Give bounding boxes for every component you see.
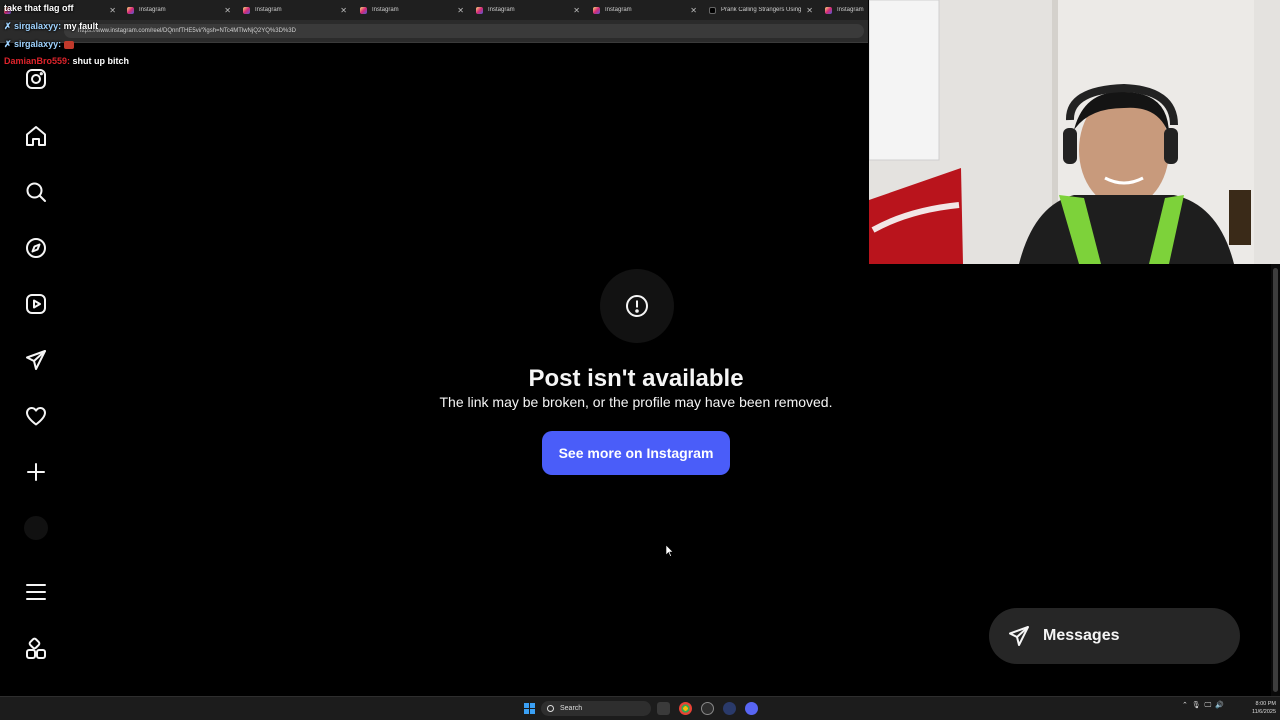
profile-avatar[interactable] [24, 516, 48, 540]
scrollbar-thumb[interactable] [1273, 268, 1278, 692]
browser-toolbar: https://www.instagram.com/reel/DQnnfTHE5… [0, 20, 868, 43]
chrome-icon[interactable] [679, 702, 692, 715]
close-tab-icon[interactable]: ✕ [806, 6, 813, 15]
scrollbar[interactable] [1271, 264, 1280, 696]
close-tab-icon[interactable]: ✕ [224, 6, 231, 15]
search-icon [547, 705, 554, 712]
tiktok-favicon-icon [709, 6, 716, 14]
browser-tab-strip: ✕ Instagram ✕ Instagram ✕ Instagram ✕ Insta… [0, 0, 868, 20]
address-bar[interactable]: https://www.instagram.com/reel/DQnnfTHE5… [64, 24, 864, 38]
instagram-sidebar [0, 42, 72, 694]
task-view-icon[interactable] [657, 702, 670, 715]
instagram-favicon-icon [243, 6, 250, 14]
explore-icon[interactable] [22, 234, 50, 262]
direct-message-icon [1009, 626, 1029, 646]
create-icon[interactable] [22, 458, 50, 486]
obs-icon[interactable] [701, 702, 714, 715]
instagram-favicon-icon [360, 6, 367, 14]
close-tab-icon[interactable]: ✕ [690, 6, 697, 15]
browser-tab[interactable]: Instagram ✕ [127, 2, 231, 18]
taskbar-clock[interactable]: 8:00 PM 11/6/2025 [1240, 700, 1276, 716]
error-circle [600, 269, 674, 343]
messages-label: Messages [1043, 627, 1120, 644]
messages-icon[interactable] [22, 346, 50, 374]
chat-username: ✗ sirgalaxyy: [4, 21, 62, 31]
app-icon[interactable] [723, 702, 736, 715]
error-description: The link may be broken, or the profile m… [439, 394, 833, 410]
windows-start-icon[interactable] [524, 703, 535, 714]
search-icon[interactable] [22, 178, 50, 206]
page-title: Post isn't available [528, 365, 744, 392]
windows-taskbar: Search ⌃ 🎙 🖵 🔊 8:00 PM 11/6/2025 [0, 696, 1280, 720]
notifications-icon[interactable] [22, 402, 50, 430]
menu-icon[interactable] [22, 578, 50, 606]
system-tray[interactable]: ⌃ 🎙 🖵 🔊 [1182, 701, 1224, 710]
browser-tab[interactable]: Instagram ✕ [243, 2, 347, 18]
see-more-button[interactable]: See more on Instagram [542, 431, 730, 475]
instagram-logo-icon[interactable] [22, 65, 50, 93]
mouse-cursor-icon [666, 545, 674, 557]
instagram-favicon-icon [593, 6, 600, 14]
exclamation-icon [626, 295, 648, 317]
browser-tab[interactable]: Instagram ✕ [360, 2, 464, 18]
reels-icon[interactable] [22, 290, 50, 318]
taskbar-search[interactable]: Search [541, 701, 651, 716]
close-tab-icon[interactable]: ✕ [109, 6, 116, 15]
messages-button[interactable]: Messages [989, 608, 1240, 664]
more-apps-icon[interactable] [22, 635, 50, 663]
discord-icon[interactable] [745, 702, 758, 715]
webcam-overlay [869, 0, 1280, 264]
instagram-favicon-icon [476, 6, 483, 14]
chat-message: ✗ sirgalaxyy: my fault [4, 21, 99, 31]
browser-tab[interactable]: Prank Calling Strangers Using ✕ [709, 2, 813, 18]
close-tab-icon[interactable]: ✕ [340, 6, 347, 15]
close-tab-icon[interactable]: ✕ [457, 6, 464, 15]
home-icon[interactable] [22, 122, 50, 150]
instagram-favicon-icon [127, 6, 134, 14]
close-tab-icon[interactable]: ✕ [573, 6, 580, 15]
browser-tab[interactable]: Instagram ✕ [593, 2, 697, 18]
browser-tab[interactable]: Instagram ✕ [476, 2, 580, 18]
instagram-favicon-icon [825, 6, 832, 14]
webcam-feed [869, 0, 1280, 264]
chat-message: take that flag off [4, 3, 74, 13]
browser-tab[interactable]: Instagram [825, 2, 868, 18]
